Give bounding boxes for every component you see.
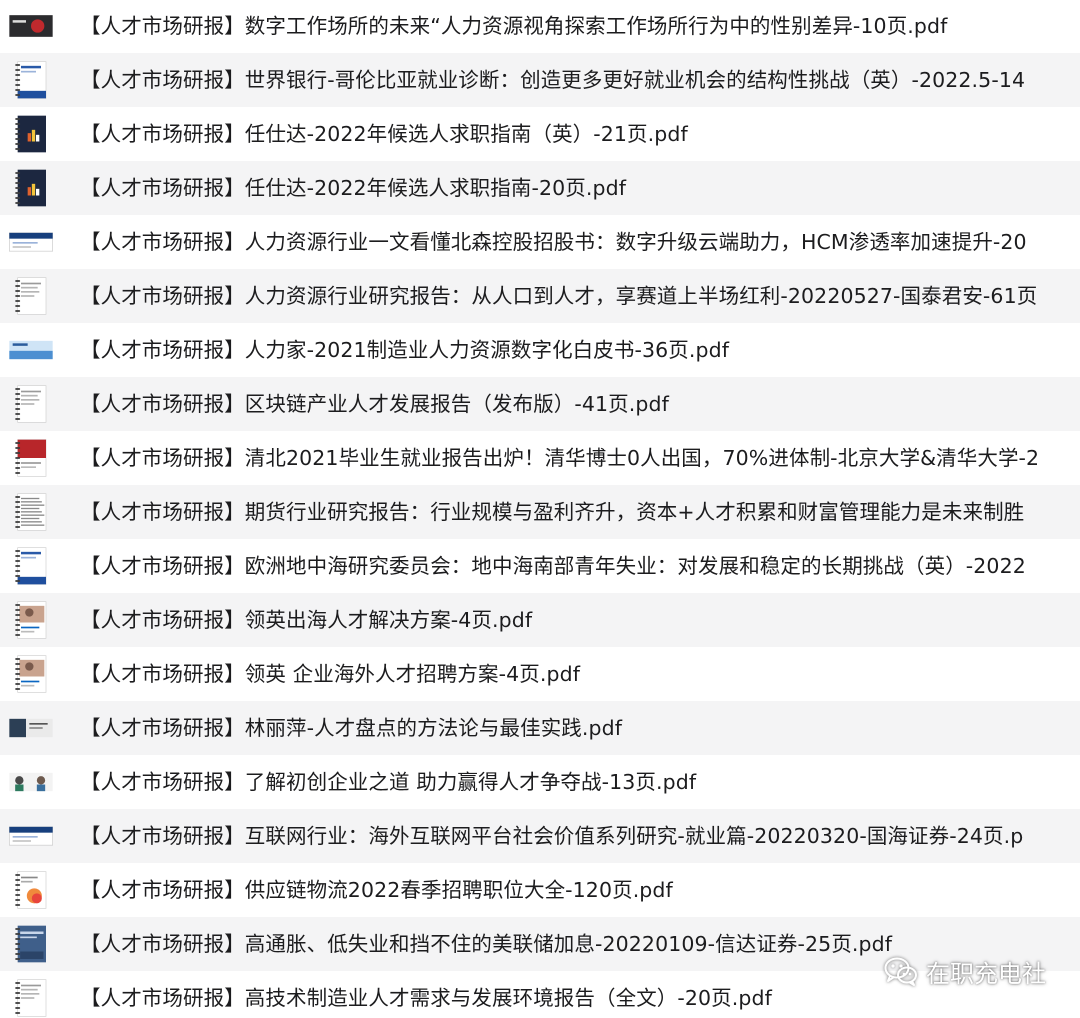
pdf-thumbnail-icon <box>6 922 56 966</box>
pdf-thumbnail-icon <box>6 166 56 210</box>
pdf-thumbnail-icon <box>6 328 56 372</box>
file-name: 【人才市场研报】林丽萍-人才盘点的方法论与最佳实践.pdf <box>80 716 623 740</box>
file-name: 【人才市场研报】任仕达-2022年候选人求职指南-20页.pdf <box>80 176 627 200</box>
file-name: 【人才市场研报】任仕达-2022年候选人求职指南（英）-21页.pdf <box>80 122 688 146</box>
file-row[interactable]: 【人才市场研报】了解初创企业之道 助力赢得人才争夺战-13页.pdf <box>0 755 1080 809</box>
pdf-thumbnail-icon <box>6 382 56 426</box>
file-row[interactable]: 【人才市场研报】人力家-2021制造业人力资源数字化白皮书-36页.pdf <box>0 323 1080 377</box>
file-list: 【人才市场研报】数字工作场所的未来“人力资源视角探索工作场所行为中的性别差异-1… <box>0 0 1080 1018</box>
file-name: 【人才市场研报】高通胀、低失业和挡不住的美联储加息-20220109-信达证券-… <box>80 932 893 956</box>
wechat-icon <box>884 957 917 986</box>
file-name: 【人才市场研报】高技术制造业人才需求与发展环境报告（全文）-20页.pdf <box>80 986 772 1010</box>
file-row[interactable]: 【人才市场研报】供应链物流2022春季招聘职位大全-120页.pdf <box>0 863 1080 917</box>
file-row[interactable]: 【人才市场研报】互联网行业：海外互联网平台社会价值系列研究-就业篇-202203… <box>0 809 1080 863</box>
file-name: 【人才市场研报】欧洲地中海研究委员会：地中海南部青年失业：对发展和稳定的长期挑战… <box>80 554 1026 578</box>
file-row[interactable]: 【人才市场研报】人力资源行业一文看懂北森控股招股书：数字升级云端助力，HCM渗透… <box>0 215 1080 269</box>
file-name: 【人才市场研报】数字工作场所的未来“人力资源视角探索工作场所行为中的性别差异-1… <box>80 14 948 38</box>
file-name: 【人才市场研报】人力资源行业研究报告：从人口到人才，享赛道上半场红利-20220… <box>80 284 1038 308</box>
file-row[interactable]: 【人才市场研报】欧洲地中海研究委员会：地中海南部青年失业：对发展和稳定的长期挑战… <box>0 539 1080 593</box>
file-name: 【人才市场研报】人力资源行业一文看懂北森控股招股书：数字升级云端助力，HCM渗透… <box>80 230 1027 254</box>
pdf-thumbnail-icon <box>6 868 56 912</box>
file-name: 【人才市场研报】清北2021毕业生就业报告出炉！清华博士0人出国，70%进体制-… <box>80 446 1040 470</box>
file-row[interactable]: 【人才市场研报】任仕达-2022年候选人求职指南（英）-21页.pdf <box>0 107 1080 161</box>
pdf-thumbnail-icon <box>6 814 56 858</box>
pdf-thumbnail-icon <box>6 4 56 48</box>
pdf-thumbnail-icon <box>6 490 56 534</box>
pdf-thumbnail-icon <box>6 58 56 102</box>
file-row[interactable]: 【人才市场研报】世界银行-哥伦比亚就业诊断：创造更多更好就业机会的结构性挑战（英… <box>0 53 1080 107</box>
file-name: 【人才市场研报】了解初创企业之道 助力赢得人才争夺战-13页.pdf <box>80 770 697 794</box>
file-name: 【人才市场研报】人力家-2021制造业人力资源数字化白皮书-36页.pdf <box>80 338 730 362</box>
pdf-thumbnail-icon <box>6 706 56 750</box>
pdf-thumbnail-icon <box>6 760 56 804</box>
file-name: 【人才市场研报】区块链产业人才发展报告（发布版）-41页.pdf <box>80 392 669 416</box>
pdf-thumbnail-icon <box>6 652 56 696</box>
file-name: 【人才市场研报】供应链物流2022春季招聘职位大全-120页.pdf <box>80 878 673 902</box>
file-row[interactable]: 【人才市场研报】林丽萍-人才盘点的方法论与最佳实践.pdf <box>0 701 1080 755</box>
pdf-thumbnail-icon <box>6 112 56 156</box>
watermark-text: 在职充电社 <box>926 959 1046 988</box>
pdf-thumbnail-icon <box>6 544 56 588</box>
file-name: 【人才市场研报】期货行业研究报告：行业规模与盈利齐升，资本+人才积累和财富管理能… <box>80 500 1025 524</box>
pdf-thumbnail-icon <box>6 274 56 318</box>
file-row[interactable]: 【人才市场研报】清北2021毕业生就业报告出炉！清华博士0人出国，70%进体制-… <box>0 431 1080 485</box>
file-row[interactable]: 【人才市场研报】数字工作场所的未来“人力资源视角探索工作场所行为中的性别差异-1… <box>0 0 1080 53</box>
watermark: 在职充电社 <box>884 952 1046 990</box>
pdf-thumbnail-icon <box>6 598 56 642</box>
file-name: 【人才市场研报】领英出海人才解决方案-4页.pdf <box>80 608 533 632</box>
file-name: 【人才市场研报】世界银行-哥伦比亚就业诊断：创造更多更好就业机会的结构性挑战（英… <box>80 68 1026 92</box>
file-name: 【人才市场研报】领英 企业海外人才招聘方案-4页.pdf <box>80 662 581 686</box>
file-row[interactable]: 【人才市场研报】期货行业研究报告：行业规模与盈利齐升，资本+人才积累和财富管理能… <box>0 485 1080 539</box>
file-row[interactable]: 【人才市场研报】任仕达-2022年候选人求职指南-20页.pdf <box>0 161 1080 215</box>
file-row[interactable]: 【人才市场研报】领英 企业海外人才招聘方案-4页.pdf <box>0 647 1080 701</box>
pdf-thumbnail-icon <box>6 220 56 264</box>
file-row[interactable]: 【人才市场研报】人力资源行业研究报告：从人口到人才，享赛道上半场红利-20220… <box>0 269 1080 323</box>
pdf-thumbnail-icon <box>6 436 56 480</box>
pdf-thumbnail-icon <box>6 976 56 1018</box>
file-row[interactable]: 【人才市场研报】区块链产业人才发展报告（发布版）-41页.pdf <box>0 377 1080 431</box>
file-row[interactable]: 【人才市场研报】领英出海人才解决方案-4页.pdf <box>0 593 1080 647</box>
file-name: 【人才市场研报】互联网行业：海外互联网平台社会价值系列研究-就业篇-202203… <box>80 824 1024 848</box>
